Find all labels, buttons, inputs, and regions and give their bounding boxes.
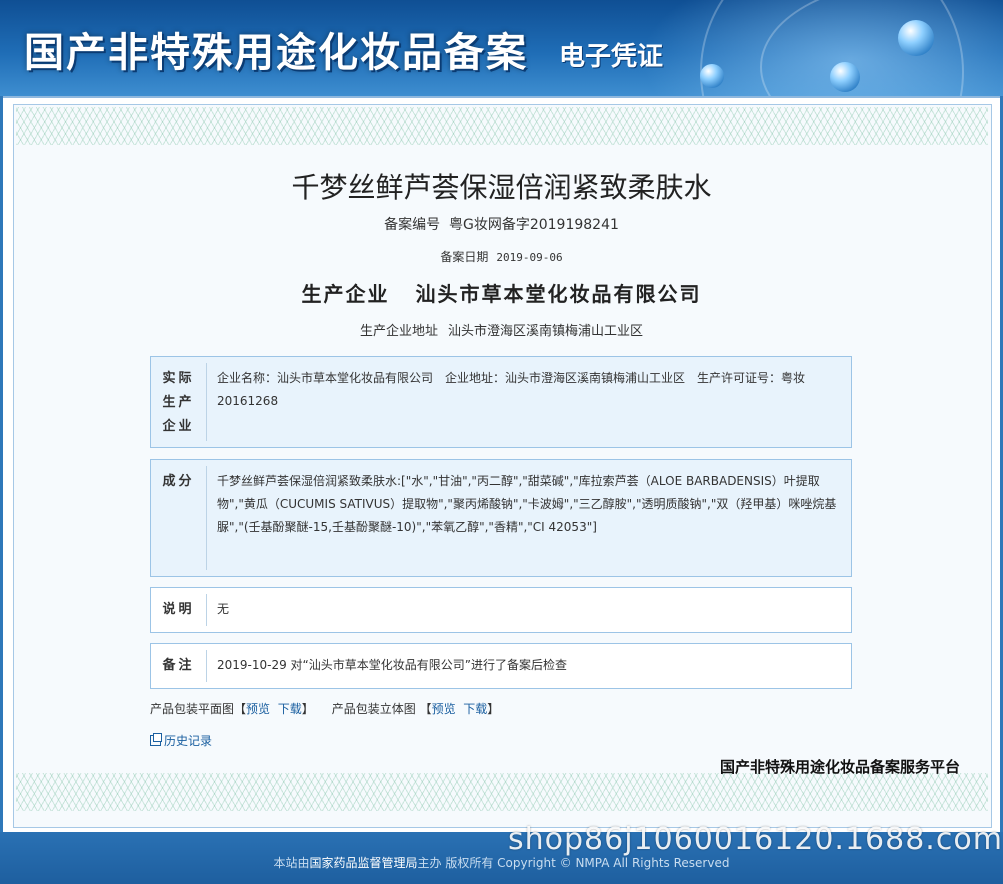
- history-link[interactable]: 历史记录: [150, 732, 212, 749]
- certificate-frame: 千梦丝鲜芦荟保湿倍润紧致柔肤水 备案编号 粤G妆网备字2019198241 备案…: [3, 96, 1000, 834]
- solid-download-link[interactable]: 下载: [463, 702, 487, 716]
- remark-section: 备注 2019-10-29 对“汕头市草本堂化妆品有限公司”进行了备案后检查: [150, 643, 852, 689]
- actual-maker-text: 企业名称：汕头市草本堂化妆品有限公司 企业地址：汕头市澄海区溪南镇梅浦山工业区 …: [217, 371, 806, 408]
- product-name: 千梦丝鲜芦荟保湿倍润紧致柔肤水: [291, 172, 712, 203]
- section-label-ingredients: 成分: [162, 474, 195, 489]
- package-image-links: 产品包装平面图【预览 下载】 产品包装立体图 【预览 下载】: [150, 702, 500, 716]
- registration-number: 备案编号 粤G妆网备字2019198241: [384, 217, 619, 233]
- shop-watermark: shop86j1060016120.1688.com: [508, 822, 1003, 857]
- banner-title: 国产非特殊用途化妆品备案: [24, 29, 528, 76]
- decorative-border-top: [16, 107, 988, 145]
- remark-text: 2019-10-29 对“汕头市草本堂化妆品有限公司”进行了备案后检查: [217, 658, 567, 672]
- globe-icon: [898, 20, 934, 56]
- header-banner: 国产非特殊用途化妆品备案 电子凭证: [0, 0, 1003, 96]
- section-label-remark: 备注: [162, 658, 195, 673]
- manufacturer: 生产企业 汕头市草本堂化妆品有限公司: [301, 282, 702, 306]
- manufacturer-address: 生产企业地址 汕头市澄海区溪南镇梅浦山工业区: [359, 324, 644, 339]
- description-text: 无: [217, 602, 230, 616]
- solid-preview-link[interactable]: 预览: [432, 702, 456, 716]
- platform-name: 国产非特殊用途化妆品备案服务平台: [719, 758, 960, 776]
- flat-download-link[interactable]: 下载: [278, 702, 302, 716]
- section-label-description: 说明: [162, 602, 195, 617]
- ingredients-section: 成分 千梦丝鲜芦荟保湿倍润紧致柔肤水:["水","甘油","丙二醇","甜菜碱"…: [150, 459, 852, 577]
- decorative-border-bottom: [16, 773, 988, 811]
- registration-date: 备案日期 2019-09-06: [440, 250, 563, 264]
- actual-maker-section: 实际 生产 企业 企业名称：汕头市草本堂化妆品有限公司 企业地址：汕头市澄海区溪南镇…: [150, 356, 852, 448]
- section-label-actual-maker: 实际 生产 企业: [162, 371, 195, 434]
- description-section: 说明 无: [150, 587, 852, 633]
- banner-subtitle: 电子凭证: [559, 42, 664, 72]
- flat-preview-link[interactable]: 预览: [246, 702, 270, 716]
- ingredients-text: 千梦丝鲜芦荟保湿倍润紧致柔肤水:["水","甘油","丙二醇","甜菜碱","库…: [217, 474, 837, 534]
- window-icon: [150, 733, 162, 746]
